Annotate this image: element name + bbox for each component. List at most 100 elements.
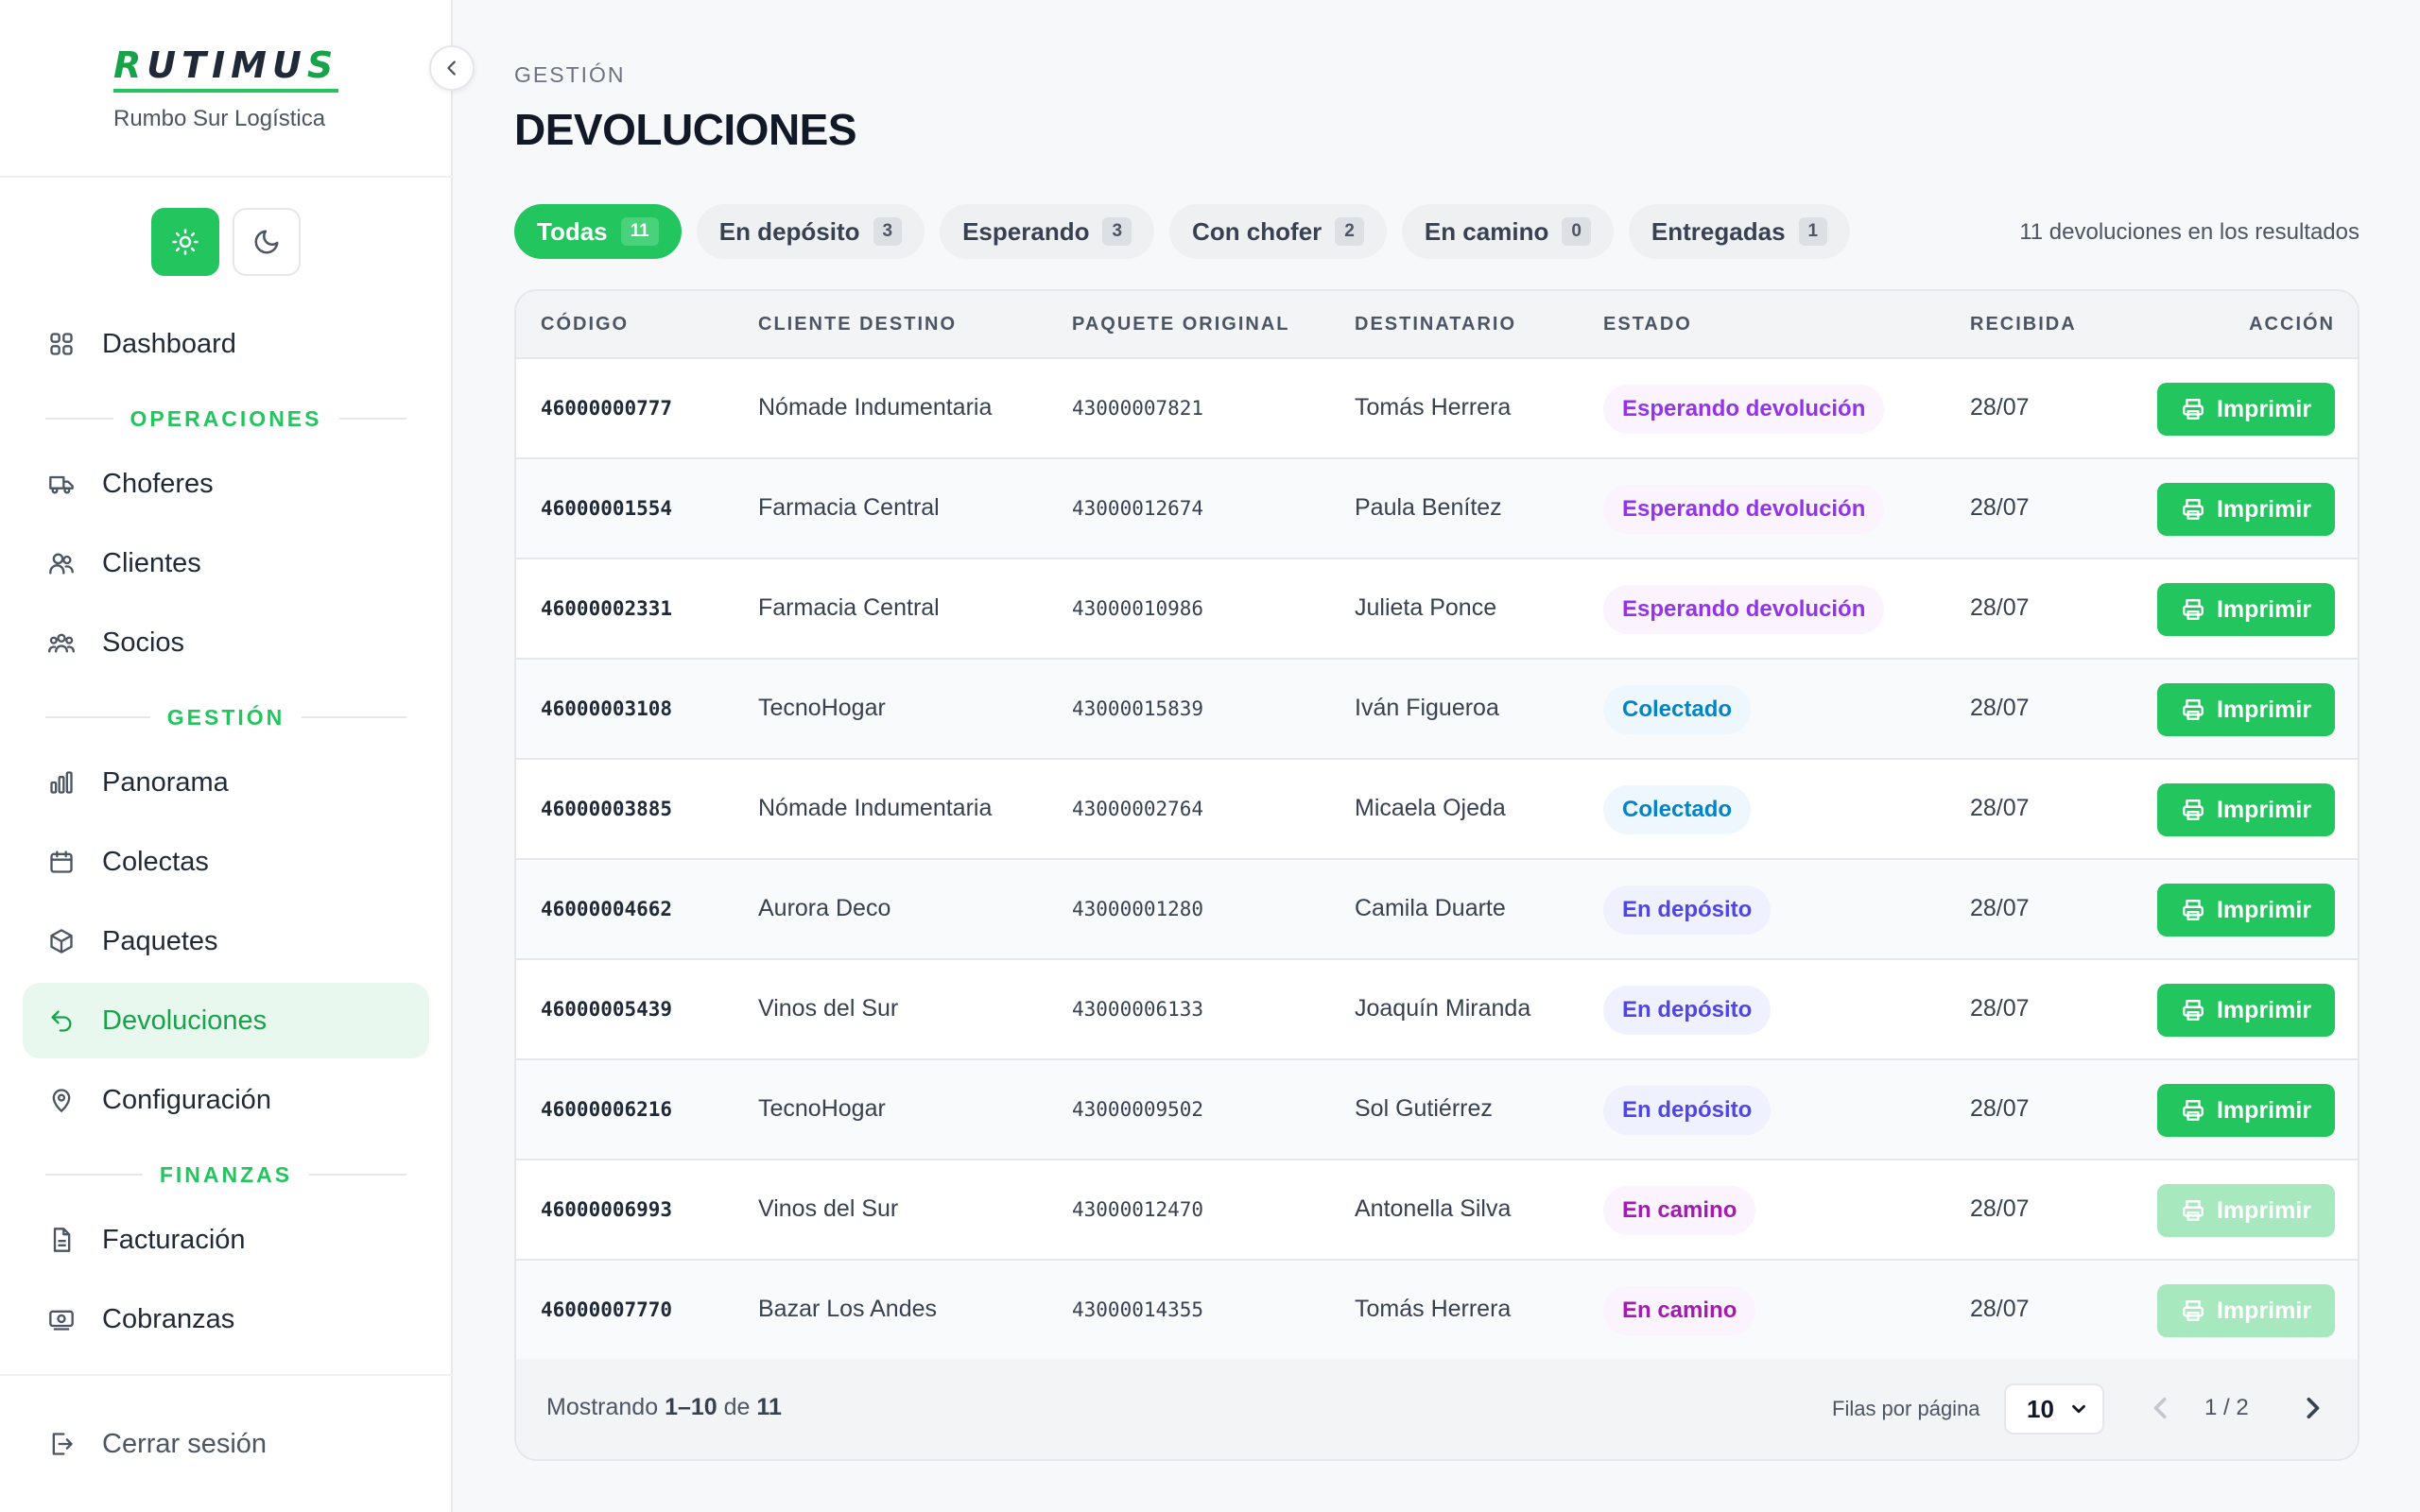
logo-letter-s: S (306, 44, 339, 86)
rows-per-page-select[interactable]: 10 (2004, 1383, 2104, 1435)
group-icon (47, 628, 76, 657)
return-code: 46000006993 (541, 1198, 673, 1221)
print-button[interactable]: Imprimir (2157, 683, 2335, 736)
page-indicator: 1 / 2 (2204, 1395, 2249, 1420)
original-package-code: 43000001280 (1072, 898, 1204, 920)
client-name: Nómade Indumentaria (758, 394, 993, 421)
sidebar-item-devoluciones[interactable]: Devoluciones (23, 983, 429, 1058)
sidebar-divider (0, 176, 453, 178)
column-header-recipient[interactable]: DESTINATARIO (1355, 314, 1516, 335)
table-row[interactable]: 46000003885 Nómade Indumentaria 4300000276… (516, 760, 2358, 860)
print-button[interactable]: Imprimir (2157, 884, 2335, 936)
sidebar-item-configuracion[interactable]: Configuración (23, 1062, 429, 1138)
filter-tab-en-deposito[interactable]: En depósito 3 (696, 204, 925, 259)
logout-button[interactable]: Cerrar sesión (23, 1406, 429, 1482)
recipient-name: Julieta Ponce (1355, 594, 1497, 621)
print-button[interactable]: Imprimir (2157, 1284, 2335, 1337)
return-code: 46000006216 (541, 1098, 673, 1121)
table-footer: Mostrando 1–10 de 11 Filas por página 10… (516, 1359, 2358, 1459)
table-row[interactable]: 46000002331 Farmacia Central 43000010986 Ju… (516, 559, 2358, 660)
table-row[interactable]: 46000007770 Bazar Los Andes 43000014355 Tom… (516, 1261, 2358, 1361)
print-button-label: Imprimir (2216, 1096, 2312, 1124)
showing-of: de (723, 1394, 751, 1420)
chevron-left-icon (2153, 1398, 2167, 1418)
return-code: 46000005439 (541, 998, 673, 1021)
sidebar-item-clientes[interactable]: Clientes (23, 525, 429, 601)
status-badge: En depósito (1603, 1086, 1772, 1135)
print-button[interactable]: Imprimir (2157, 984, 2335, 1037)
filter-tab-todas[interactable]: Todas 11 (514, 204, 682, 259)
original-package-code: 43000007821 (1072, 397, 1204, 420)
print-button[interactable]: Imprimir (2157, 483, 2335, 536)
status-badge: En depósito (1603, 986, 1772, 1035)
table-row[interactable]: 46000000777 Nómade Indumentaria 4300000782… (516, 359, 2358, 459)
next-page-button[interactable] (2291, 1387, 2333, 1435)
sidebar-item-label: Colectas (102, 846, 209, 877)
table-row[interactable]: 46000006216 TecnoHogar 43000009502 Sol Guti… (516, 1060, 2358, 1160)
light-theme-button[interactable] (151, 208, 219, 276)
original-package-code: 43000012470 (1072, 1198, 1204, 1221)
print-button[interactable]: Imprimir (2157, 1084, 2335, 1137)
sidebar-item-choferes[interactable]: Choferes (23, 446, 429, 522)
table-row[interactable]: 46000003108 TecnoHogar 43000015839 Iván Fig… (516, 660, 2358, 760)
filter-count-badge: 0 (1562, 217, 1591, 246)
returns-table: CÓDIGO CLIENTE DESTINO PAQUETE ORIGINAL … (514, 289, 2360, 1461)
table-row[interactable]: 46000001554 Farmacia Central 43000012674 Pa… (516, 459, 2358, 559)
printer-icon (2183, 399, 2204, 420)
table-row[interactable]: 46000004662 Aurora Deco 43000001280 Camila … (516, 860, 2358, 960)
client-name: Vinos del Sur (758, 1195, 899, 1222)
filter-tab-esperando[interactable]: Esperando 3 (940, 204, 1155, 259)
sidebar: RUTIMUS Rumbo Sur Logística Dashboard OP… (0, 0, 453, 1512)
filter-tab-con-chofer[interactable]: Con chofer 2 (1169, 204, 1387, 259)
print-button[interactable]: Imprimir (2157, 383, 2335, 436)
sidebar-item-panorama[interactable]: Panorama (23, 745, 429, 820)
status-badge: En camino (1603, 1186, 1756, 1235)
client-name: Aurora Deco (758, 895, 891, 921)
sidebar-item-socios[interactable]: Socios (23, 605, 429, 680)
received-date: 28/07 (1970, 695, 2030, 721)
dark-theme-button[interactable] (233, 208, 301, 276)
previous-page-button[interactable] (2140, 1387, 2182, 1435)
filter-tab-entregadas[interactable]: Entregadas 1 (1628, 204, 1851, 259)
filter-label: En depósito (718, 216, 860, 246)
showing-range: 1–10 (665, 1394, 717, 1420)
print-button-label: Imprimir (2216, 395, 2312, 422)
column-header-package[interactable]: PAQUETE ORIGINAL (1072, 314, 1290, 335)
status-badge: Esperando devolución (1603, 385, 1885, 434)
client-name: Nómade Indumentaria (758, 795, 993, 821)
results-count: 11 devoluciones en los resultados (2019, 219, 2360, 245)
brand-logo[interactable]: RUTIMUS (113, 43, 339, 93)
table-row[interactable]: 46000006993 Vinos del Sur 43000012470 Anton… (516, 1160, 2358, 1261)
column-header-code[interactable]: CÓDIGO (541, 314, 629, 335)
print-button[interactable]: Imprimir (2157, 783, 2335, 836)
original-package-code: 43000010986 (1072, 597, 1204, 620)
recipient-name: Sol Gutiérrez (1355, 1095, 1493, 1122)
dashboard-grid-icon (47, 330, 76, 358)
print-button[interactable]: Imprimir (2157, 583, 2335, 636)
recipient-name: Tomás Herrera (1355, 394, 1512, 421)
column-header-status[interactable]: ESTADO (1603, 314, 1692, 335)
sidebar-item-colectas[interactable]: Colectas (23, 824, 429, 900)
filter-tab-en-camino[interactable]: En camino 0 (1401, 204, 1614, 259)
brand: RUTIMUS Rumbo Sur Logística (113, 43, 339, 132)
column-header-received[interactable]: RECIBIDA (1970, 314, 2077, 335)
column-header-client[interactable]: CLIENTE DESTINO (758, 314, 957, 335)
column-header-action: ACCIÓN (2249, 314, 2335, 335)
print-button[interactable]: Imprimir (2157, 1184, 2335, 1237)
printer-icon (2183, 900, 2204, 920)
sidebar-item-dashboard[interactable]: Dashboard (23, 306, 429, 382)
original-package-code: 43000014355 (1072, 1298, 1204, 1321)
sidebar-item-cobranzas[interactable]: Cobranzas (23, 1281, 429, 1357)
filter-label: Todas (537, 216, 608, 246)
original-package-code: 43000006133 (1072, 998, 1204, 1021)
sidebar-item-facturacion[interactable]: Facturación (23, 1202, 429, 1278)
table-row[interactable]: 46000005439 Vinos del Sur 43000006133 Joaqu… (516, 960, 2358, 1060)
logo-letters-mid: UTIMU (147, 44, 307, 86)
return-code: 46000003885 (541, 798, 673, 820)
sidebar-item-paquetes[interactable]: Paquetes (23, 903, 429, 979)
sidebar-item-label: Cobranzas (102, 1303, 235, 1334)
received-date: 28/07 (1970, 394, 2030, 421)
rows-per-page-value: 10 (2027, 1394, 2054, 1423)
recipient-name: Joaquín Miranda (1355, 995, 1531, 1022)
collapse-sidebar-button[interactable] (429, 45, 475, 91)
